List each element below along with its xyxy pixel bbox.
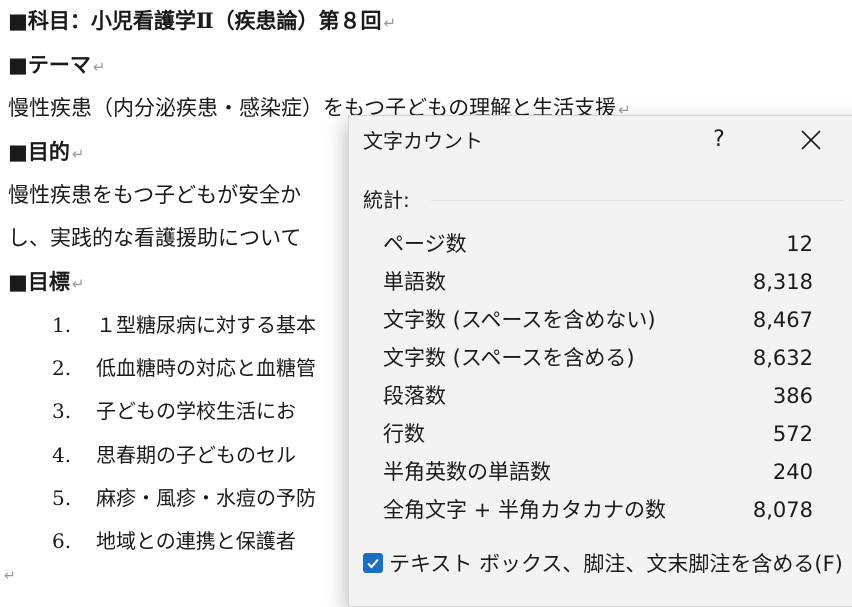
divider <box>431 200 843 201</box>
paragraph-mark: ↵ <box>71 145 85 163</box>
goal-text: 地域との連携と保護者 <box>96 529 296 553</box>
stat-row-fullwidth-chars: 全角文字 + 半角カタカナの数 8,078 <box>383 492 813 528</box>
stat-row-chars-no-spaces: 文字数 (スペースを含めない) 8,467 <box>383 302 813 338</box>
checkbox-label: テキスト ボックス、脚注、文末脚注を含める(F) <box>389 552 843 576</box>
include-textboxes-checkbox[interactable]: テキスト ボックス、脚注、文末脚注を含める(F) <box>363 548 843 578</box>
paragraph-mark: ↵ <box>383 14 397 32</box>
theme-heading: ■テーマ ↵ <box>8 52 106 77</box>
checkbox-checked-icon[interactable] <box>363 553 383 573</box>
stat-row-halfwidth-words: 半角英数の単語数 240 <box>383 454 813 490</box>
stat-value: 12 <box>786 232 813 256</box>
goal-text: 思春期の子どものセル <box>96 443 296 467</box>
close-button[interactable] <box>797 126 825 154</box>
stat-value: 8,632 <box>752 346 813 370</box>
stat-value: 240 <box>772 460 813 484</box>
goal-number: 3. <box>52 399 72 423</box>
paragraph-mark: ↵ <box>71 275 85 293</box>
goal-number: 2. <box>52 356 72 380</box>
purpose-heading: ■目的 ↵ <box>8 139 85 164</box>
stat-value: 8,078 <box>752 498 813 522</box>
goal-text: 麻疹・風疹・水痘の予防 <box>96 486 316 510</box>
purpose-line-1: 慢性疾患をもつ子どもが安全か <box>8 183 302 207</box>
goal-text: １型糖尿病に対する基本 <box>96 313 316 337</box>
stat-value: 572 <box>772 422 813 446</box>
paragraph-mark: ↵ <box>92 58 106 76</box>
purpose-line-2: し、実践的な看護援助について <box>8 226 302 250</box>
stat-label: ページ数 <box>383 232 467 256</box>
stat-row-chars-with-spaces: 文字数 (スペースを含める) 8,632 <box>383 340 813 376</box>
goals-heading: ■目標 ↵ <box>8 269 85 294</box>
word-count-dialog: 文字カウント ? 統計: ページ数 12 単語数 8,318 文字数 (スペースを含… <box>348 115 852 607</box>
stat-label: 文字数 (スペースを含めない) <box>383 308 656 332</box>
subject-heading: ■科目：小児看護学Ⅱ（疾患論）第８回 ↵ <box>8 8 397 33</box>
goal-list-item: 5. 麻疹・風疹・水痘の予防 <box>52 483 316 513</box>
stat-label: 単語数 <box>383 270 446 294</box>
goal-list-item: 2. 低血糖時の対応と血糖管 <box>52 353 316 383</box>
checkmark-icon <box>367 558 379 569</box>
goal-list-item: 6. 地域との連携と保護者 <box>52 526 296 556</box>
goal-number: 4. <box>52 443 72 467</box>
goal-number: 5. <box>52 486 72 510</box>
goal-number: 1. <box>52 313 72 337</box>
stat-label: 文字数 (スペースを含める) <box>383 346 635 370</box>
stat-row-pages: ページ数 12 <box>383 226 813 262</box>
close-icon <box>801 130 821 150</box>
goal-list-item: 3. 子どもの学校生活にお <box>52 396 296 426</box>
stat-row-lines: 行数 572 <box>383 416 813 452</box>
stat-row-paragraphs: 段落数 386 <box>383 378 813 414</box>
goal-list-item: 1. １型糖尿病に対する基本 <box>52 310 316 340</box>
help-button[interactable]: ? <box>707 125 731 155</box>
stat-label: 半角英数の単語数 <box>383 460 551 484</box>
goal-number: 6. <box>52 529 72 553</box>
stat-value: 8,467 <box>752 308 813 332</box>
stat-label: 段落数 <box>383 384 446 408</box>
dialog-title: 文字カウント <box>363 129 483 153</box>
statistics-label: 統計: <box>363 188 410 212</box>
stat-value: 386 <box>772 384 813 408</box>
stat-row-words: 単語数 8,318 <box>383 264 813 300</box>
goal-text: 子どもの学校生活にお <box>96 399 296 423</box>
stat-value: 8,318 <box>752 270 813 294</box>
goal-list-item: 4. 思春期の子どものセル <box>52 440 296 470</box>
goal-text: 低血糖時の対応と血糖管 <box>96 356 316 380</box>
stat-label: 行数 <box>383 422 425 446</box>
stat-label: 全角文字 + 半角カタカナの数 <box>383 498 666 522</box>
